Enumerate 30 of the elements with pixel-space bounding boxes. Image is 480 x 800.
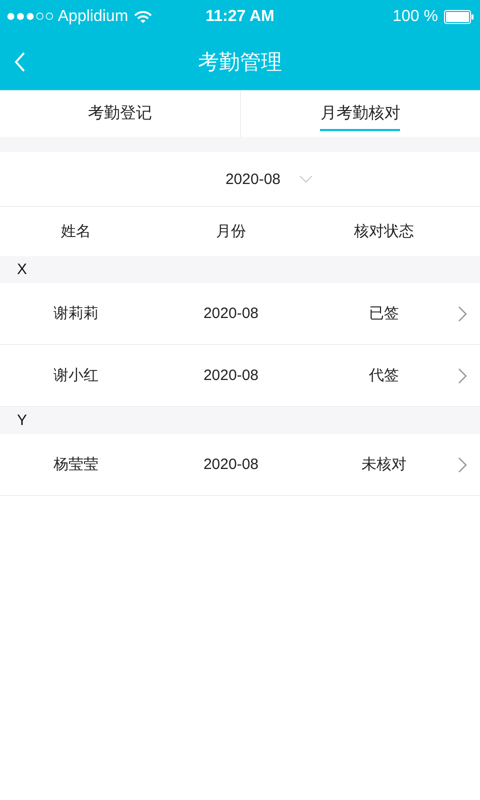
chevron-icon	[458, 368, 467, 384]
battery-label: 100 %	[392, 8, 438, 26]
back-icon	[14, 52, 26, 72]
table-cell: 已签	[369, 304, 399, 323]
table-cell: 2020-08	[203, 456, 259, 473]
column-header: 核对状态	[354, 222, 414, 241]
column-header: 姓名	[61, 222, 91, 241]
chevron-icon	[458, 456, 467, 472]
list-row[interactable]: 杨莹莹 2020-08 未核对	[0, 434, 480, 496]
wifi-icon	[134, 10, 152, 24]
carrier-label: ●●●○○ Applidium	[6, 8, 128, 26]
battery-icon	[444, 10, 474, 24]
table-cell: 杨莹莹	[54, 455, 98, 474]
column-header: 月份	[216, 222, 246, 241]
table-cell: 代签	[369, 366, 399, 385]
section-letter: Y	[17, 412, 28, 429]
table-cell: 谢小红	[54, 366, 98, 385]
section-letter: X	[17, 261, 28, 278]
tab[interactable]: 月考勤核对	[320, 97, 400, 131]
caret-icon	[298, 175, 313, 183]
month-dropdown[interactable]: 2020-08	[167, 166, 313, 192]
chevron-icon	[458, 306, 467, 322]
table-cell: 未核对	[362, 455, 406, 474]
table-cell: 谢莉莉	[54, 304, 98, 323]
list-row[interactable]: 谢莉莉 2020-08 已签	[0, 283, 480, 345]
time-label: 11:27 AM	[206, 8, 274, 26]
page-title: 考勤管理	[198, 50, 282, 76]
table-cell: 2020-08	[203, 367, 259, 384]
tab[interactable]: 考勤登记	[88, 97, 152, 131]
table-cell: 2020-08	[203, 305, 259, 322]
